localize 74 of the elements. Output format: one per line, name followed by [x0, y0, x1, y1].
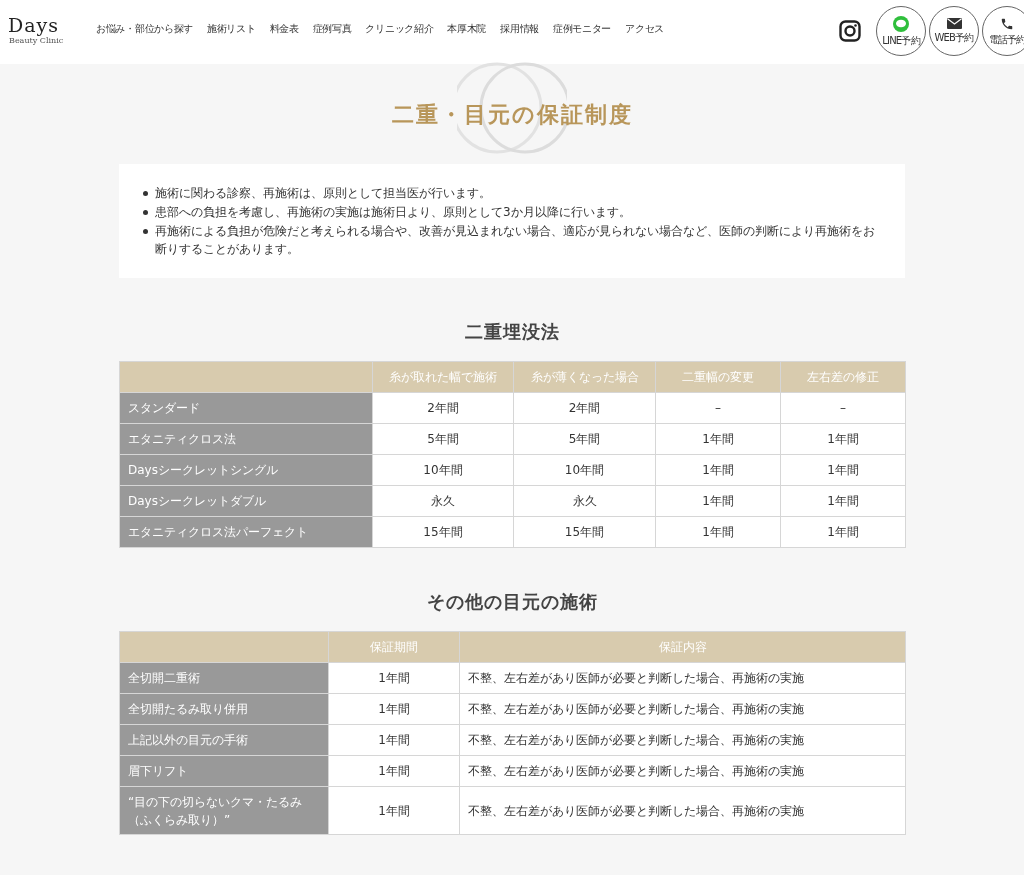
table-cell: 不整、左右差があり医師が必要と判断した場合、再施術の実施 — [459, 786, 906, 835]
table-cell: 1年間 — [328, 786, 460, 835]
table-cell: 2年間 — [513, 392, 656, 424]
table-cell: 1年間 — [655, 516, 781, 548]
row-header: エタニティクロス法パーフェクト — [119, 516, 373, 548]
table-cell: 15年間 — [513, 516, 656, 548]
table-cell: 不整、左右差があり医師が必要と判断した場合、再施術の実施 — [459, 693, 906, 725]
table-cell: 不整、左右差があり医師が必要と判断した場合、再施術の実施 — [459, 755, 906, 787]
logo[interactable]: Days — [8, 14, 96, 36]
table-cell: 1年間 — [780, 485, 906, 517]
bullet-icon — [143, 191, 148, 196]
table-cell: 不整、左右差があり医師が必要と判断した場合、再施術の実施 — [459, 662, 906, 694]
nav-link[interactable]: お悩み・部位から探す — [96, 22, 193, 36]
table-cell: 1年間 — [328, 693, 460, 725]
page-title: 二重・目元の保証制度 — [391, 99, 633, 129]
table-cell: 5年間 — [513, 423, 656, 455]
note-item: 施術に関わる診察、再施術は、原則として担当医が行います。 — [155, 185, 491, 202]
section-heading: 二重埋没法 — [463, 320, 561, 344]
table-cell: 2年間 — [372, 392, 514, 424]
column-header: 保証期間 — [328, 631, 460, 663]
table-cell: 1年間 — [780, 516, 906, 548]
table-cell: 5年間 — [372, 423, 514, 455]
row-header: （ふくらみ取り）” — [128, 811, 232, 829]
row-header: “目の下の切らないクマ・たるみ — [128, 793, 304, 811]
table-cell: 10年間 — [513, 454, 656, 486]
phone-icon — [1000, 16, 1014, 31]
column-header: 左右差の修正 — [780, 361, 906, 393]
table-cell: 1年間 — [328, 724, 460, 756]
reservation-button[interactable]: 電話予約 — [982, 6, 1024, 56]
row-header: スタンダード — [119, 392, 373, 424]
table-cell: 15年間 — [372, 516, 514, 548]
instagram-icon[interactable] — [839, 20, 861, 42]
bullet-icon — [143, 229, 148, 234]
row-header: 眉下リフト — [119, 755, 329, 787]
column-header: 保証内容 — [459, 631, 906, 663]
table-cell: 永久 — [372, 485, 514, 517]
row-header: 上記以外の目元の手術 — [119, 724, 329, 756]
table-cell: 1年間 — [655, 423, 781, 455]
table-cell: 1年間 — [780, 423, 906, 455]
nav-link[interactable]: 施術リスト — [207, 22, 256, 36]
note-item: 再施術による負担が危険だと考えられる場合や、改善が見込まれない場合、適応が見られない場合など、医師の判断により再施術をお断りすることがあります。 — [155, 223, 876, 258]
row-header: Daysシークレットシングル — [119, 454, 373, 486]
table-cell: 10年間 — [372, 454, 514, 486]
nav-link[interactable]: クリニック紹介 — [365, 22, 434, 36]
table-cell: 1年間 — [655, 485, 781, 517]
table-cell: 不整、左右差があり医師が必要と判断した場合、再施術の実施 — [459, 724, 906, 756]
table-cell: – — [655, 392, 781, 424]
table-cell: – — [780, 392, 906, 424]
table-cell: 1年間 — [655, 454, 781, 486]
nav-link[interactable]: 症例モニター — [553, 22, 612, 36]
nav-link[interactable]: 料金表 — [269, 22, 299, 36]
nav-link[interactable]: 本厚木院 — [447, 22, 487, 36]
column-header: 二重幅の変更 — [655, 361, 781, 393]
bullet-icon — [143, 210, 148, 215]
nav-link[interactable]: 採用情報 — [500, 22, 539, 36]
section-heading: その他の目元の施術 — [425, 590, 599, 614]
table-cell: 永久 — [513, 485, 656, 517]
reservation-button[interactable]: WEB予約 — [929, 6, 979, 56]
table-cell: 1年間 — [328, 755, 460, 787]
reservation-button[interactable]: LINE予約 — [876, 6, 926, 56]
nav-link[interactable]: 症例写真 — [312, 22, 352, 36]
row-header: エタニティクロス法 — [119, 423, 373, 455]
column-header: 糸が薄くなった場合 — [513, 361, 656, 393]
table-cell: 1年間 — [780, 454, 906, 486]
row-header: 全切開二重術 — [119, 662, 329, 694]
note-item: 患部への負担を考慮し、再施術の実施は施術日より、原則として3か月以降に行います。 — [155, 204, 631, 221]
nav-link[interactable]: アクセス — [625, 22, 664, 36]
row-header: Daysシークレットダブル — [119, 485, 373, 517]
mail-icon — [946, 18, 962, 29]
table-cell: 1年間 — [328, 662, 460, 694]
column-header: 糸が取れた幅で施術 — [372, 361, 514, 393]
row-header: 全切開たるみ取り併用 — [119, 693, 329, 725]
logo-subtitle: Beauty Clinic — [8, 36, 65, 46]
chat-bubble-icon — [893, 15, 909, 32]
